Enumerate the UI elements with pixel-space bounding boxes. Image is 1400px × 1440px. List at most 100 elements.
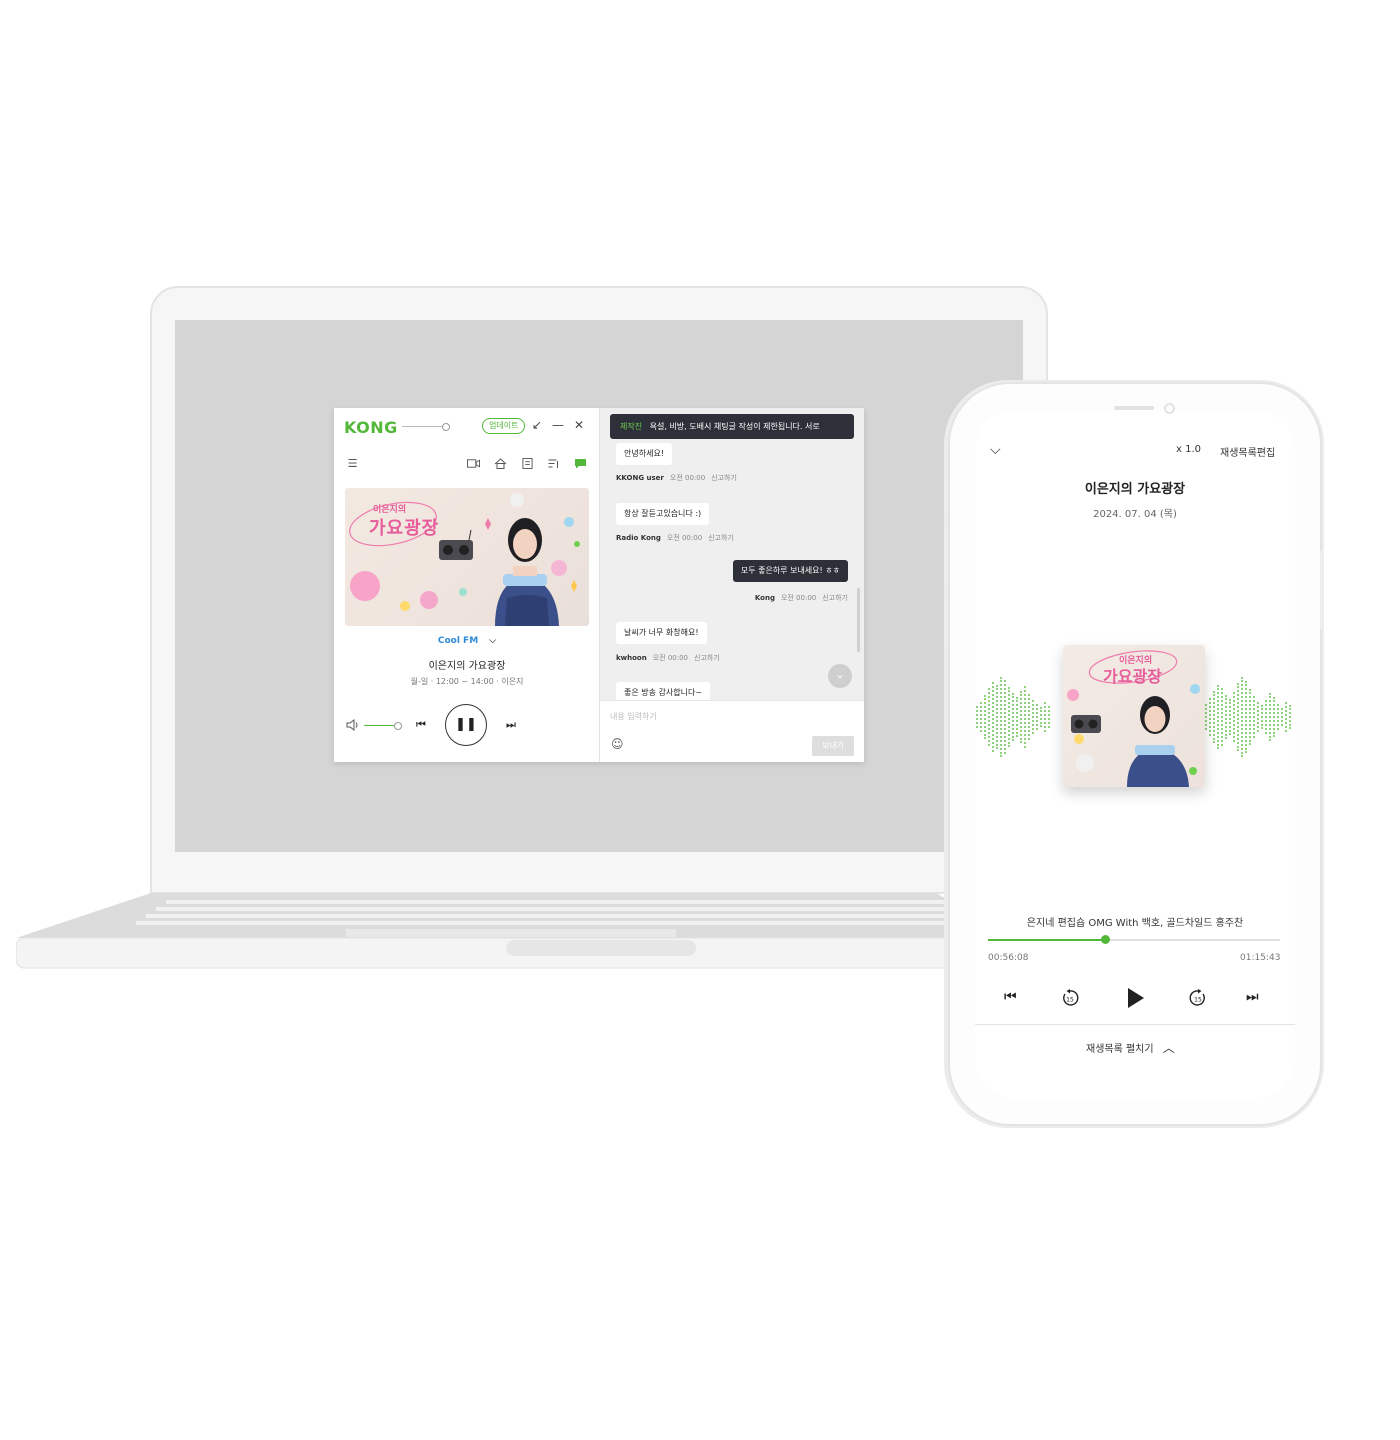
waveform-bar	[1261, 705, 1263, 729]
notice-tag: 제작진	[620, 422, 643, 431]
progress-fill	[988, 939, 1105, 941]
program-title: 이은지의 가요광장	[428, 661, 506, 672]
waveform-bar	[1016, 697, 1018, 737]
video-icon[interactable]	[467, 458, 480, 469]
album-art: 이은지의 가요광장	[345, 488, 589, 626]
waveform-bar	[1044, 702, 1046, 732]
forward-seconds-label: 15	[1194, 997, 1202, 1004]
report-link[interactable]: 신고하기	[708, 534, 734, 542]
chat-input[interactable]: 내용 입력하기	[610, 711, 657, 722]
waveform-bar	[1237, 683, 1239, 751]
waveform-bar	[1008, 687, 1010, 747]
waveform-bar	[1040, 707, 1042, 727]
speed-button[interactable]: x 1.0	[1176, 444, 1201, 455]
waveform-bar	[1269, 693, 1271, 741]
waveform-bar	[1273, 697, 1275, 737]
waveform-bar	[1024, 686, 1026, 748]
previous-track-icon[interactable]: ⏮	[1004, 989, 1017, 1005]
phone-power-button	[1320, 550, 1324, 630]
next-icon[interactable]: ⏭	[506, 718, 516, 732]
total-time: 01:15:43	[1240, 953, 1281, 963]
waveform-bar	[1217, 685, 1219, 749]
chat-meta: Radio Kong 오전 00:00 신고하기	[616, 533, 734, 543]
mobile-program-title: 이은지의 가요광장	[1084, 482, 1186, 497]
collapse-chevron-icon[interactable]: ⌵	[990, 442, 1001, 458]
minimize-icon[interactable]: —	[552, 418, 564, 432]
waveform-bar	[1205, 704, 1207, 730]
chat-user: kwhoon	[616, 654, 647, 662]
track-title: 은지네 편집숍 OMG With 백호, 골드차일드 홍주찬	[1026, 918, 1244, 929]
chat-input-area: 내용 입력하기 ☺ 보내기	[600, 700, 864, 762]
waveform-bar	[1012, 693, 1014, 741]
rewind-15-icon[interactable]: 15	[1061, 989, 1079, 1007]
mini-mode-icon[interactable]: ↙	[532, 418, 542, 432]
chat-meta: Kong 오전 00:00 신고하기	[755, 593, 848, 603]
broadcast-date: 2024. 07. 04 (목)	[1093, 509, 1177, 520]
play-icon[interactable]	[1126, 987, 1146, 1009]
update-button[interactable]: 업데이트	[482, 418, 526, 434]
waveform-bar	[1221, 688, 1223, 746]
rewind-seconds-label: 15	[1066, 997, 1074, 1004]
emoji-icon[interactable]: ☺	[611, 737, 624, 751]
playlist-icon[interactable]	[547, 458, 560, 469]
close-icon[interactable]: ✕	[574, 418, 584, 432]
report-link[interactable]: 신고하기	[822, 594, 848, 602]
channel-label: Cool FM	[437, 636, 479, 646]
chevron-down-icon: ⌵	[489, 636, 497, 646]
edit-playlist-button[interactable]: 재생목록편집	[1220, 444, 1275, 459]
waveform-bar	[1253, 696, 1255, 738]
waveform-bar	[1281, 708, 1283, 726]
chat-icon[interactable]	[574, 458, 587, 469]
waveform-bar	[988, 688, 990, 746]
forward-15-icon[interactable]: 15	[1189, 989, 1207, 1007]
waveform-bar	[1028, 694, 1030, 740]
progress-handle[interactable]	[1100, 935, 1110, 944]
chat-time: 오전 00:00	[666, 534, 703, 542]
phone-side-button	[944, 484, 948, 510]
waveform-bar	[1277, 704, 1279, 730]
program-schedule: 월-일 · 12:00 ~ 14:00 · 이은지	[410, 677, 524, 686]
waveform-bar	[1265, 700, 1267, 734]
chat-message: 항상 잘듣고있습니다 :)	[616, 503, 710, 525]
chat-user: KKONG user	[616, 474, 664, 482]
chat-message: 좋은 방송 감사합니다~	[616, 682, 711, 700]
report-link[interactable]: 신고하기	[694, 654, 720, 662]
player-panel: KONG 업데이트 ↙ — ✕ ☰ 이은지의 가요광장 Cool FM ⌵ 이은…	[334, 408, 600, 762]
laptop-base	[16, 893, 1016, 969]
expand-playlist-button[interactable]: 재생목록 펼치기 ︿	[1086, 1039, 1175, 1056]
chat-meta: kwhoon 오전 00:00 신고하기	[616, 653, 720, 663]
notice-text: 욕설, 비방, 도배시 채팅글 작성이 제한됩니다. 서로	[649, 422, 820, 431]
menu-icon[interactable]: ☰	[346, 458, 359, 469]
phone-side-button	[944, 534, 948, 582]
chat-time: 오전 00:00	[780, 594, 817, 602]
chat-time: 오전 00:00	[652, 654, 688, 662]
waveform-bar	[1229, 699, 1231, 735]
chat-scrollbar[interactable]	[857, 588, 860, 652]
channel-selector[interactable]: Cool FM ⌵	[334, 636, 600, 646]
waveform-bar	[996, 685, 998, 749]
waveform-bar	[1048, 706, 1050, 728]
report-link[interactable]: 신고하기	[711, 474, 737, 482]
send-button[interactable]: 보내기	[812, 736, 854, 756]
schedule-icon[interactable]	[521, 458, 534, 469]
opacity-slider[interactable]	[402, 423, 450, 431]
elapsed-time: 00:56:08	[988, 953, 1029, 963]
scroll-down-button[interactable]: ⌄	[828, 664, 852, 688]
waveform-bar	[1225, 695, 1227, 739]
volume-icon[interactable]	[346, 719, 360, 731]
waveform-bar	[980, 702, 982, 732]
volume-slider[interactable]	[364, 722, 402, 730]
chat-notice: 제작진 욕설, 비방, 도배시 채팅글 작성이 제한됩니다. 서로	[610, 414, 854, 439]
next-track-icon[interactable]: ⏭	[1246, 989, 1259, 1005]
phone-side-button	[944, 600, 948, 648]
waveform-bar	[1000, 677, 1002, 757]
pause-button[interactable]: ❚❚	[445, 704, 487, 746]
chat-panel: 제작진 욕설, 비방, 도배시 채팅글 작성이 제한됩니다. 서로 안녕하세요!…	[600, 408, 864, 762]
radio-app-window: KONG 업데이트 ↙ — ✕ ☰ 이은지의 가요광장 Cool FM ⌵ 이은…	[334, 408, 864, 762]
home-icon[interactable]	[494, 458, 507, 469]
phone-speaker	[1114, 406, 1154, 410]
chat-user: Kong	[754, 594, 775, 602]
waveform-bar	[1233, 692, 1235, 742]
waveform-bar	[1020, 691, 1022, 743]
previous-icon[interactable]: ⏮	[416, 718, 426, 732]
